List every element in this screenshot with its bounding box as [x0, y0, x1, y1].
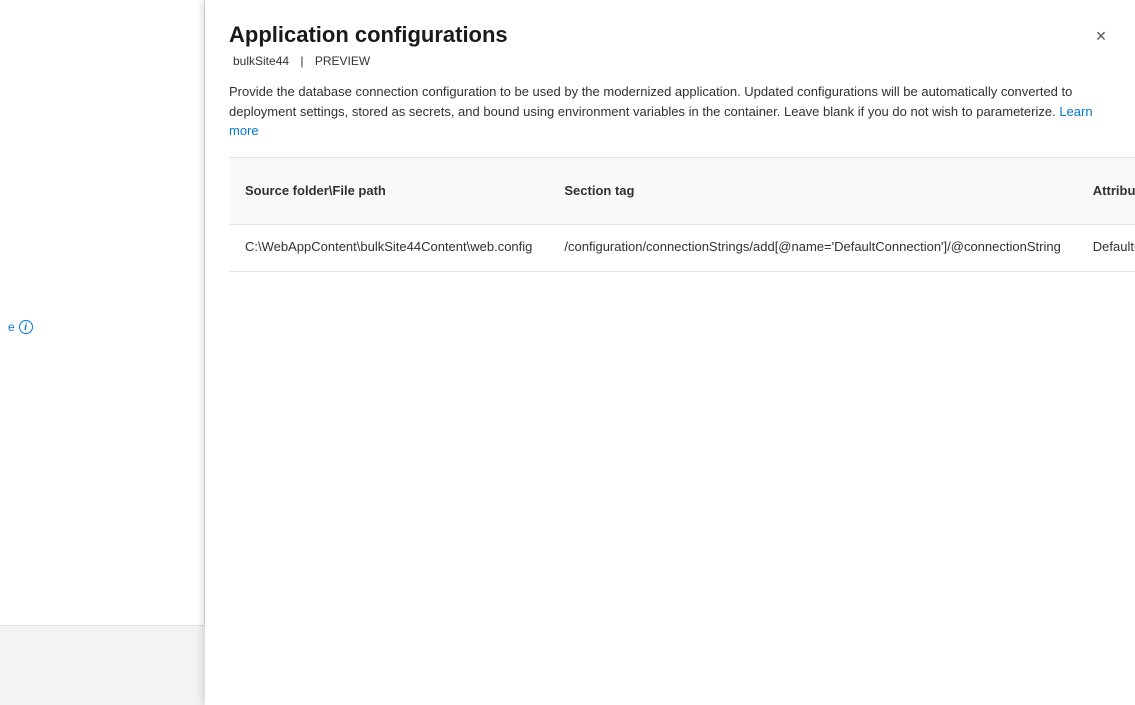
th-section-tag: Section tag [548, 157, 1076, 225]
panel-header: Application configurations bulkSite44 | … [205, 0, 1135, 68]
sidebar: e i [0, 0, 205, 705]
cell-attribute-name: DefaultConnection [1077, 225, 1135, 272]
th-attribute-name: Attribute name [1077, 157, 1135, 225]
subtitle-separator: | [300, 54, 303, 68]
cell-source-folder: C:\WebAppContent\bulkSite44Content\web.c… [229, 225, 548, 272]
panel: Application configurations bulkSite44 | … [205, 0, 1135, 705]
th-source-folder: Source folder\File path [229, 157, 548, 225]
config-table: Source folder\File path Section tag Attr… [229, 157, 1135, 272]
info-icon[interactable]: i [19, 320, 33, 334]
description-block: Provide the database connection configur… [205, 82, 1135, 157]
sidebar-bottom [0, 625, 205, 705]
close-button[interactable]: × [1087, 22, 1115, 50]
app-name: bulkSite44 [233, 54, 289, 68]
sidebar-item-label: e [8, 320, 15, 334]
panel-subtitle: bulkSite44 | PREVIEW [229, 54, 1111, 68]
table-container: Source folder\File path Section tag Attr… [205, 157, 1135, 272]
preview-badge: PREVIEW [315, 54, 370, 68]
table-row: C:\WebAppContent\bulkSite44Content\web.c… [229, 225, 1135, 272]
panel-title: Application configurations [229, 22, 1111, 48]
cell-section-tag: /configuration/connectionStrings/add[@na… [548, 225, 1076, 272]
sidebar-label: e i [8, 320, 33, 334]
description-text: Provide the database connection configur… [229, 84, 1072, 119]
